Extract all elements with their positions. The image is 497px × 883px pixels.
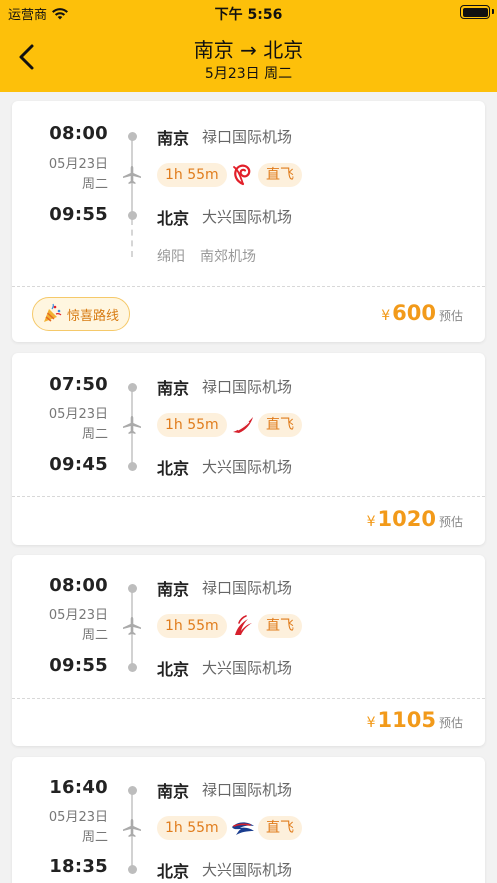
price-estimate-label: 预估 (438, 716, 463, 730)
price-block: ¥ 600 预估 (381, 301, 463, 325)
arrival-airport: 大兴国际机场 (202, 659, 293, 677)
arrival-dot (127, 865, 137, 874)
nav-header: 运营商 下午 5:56 南京 → 北京 5月23日 周二 (0, 0, 497, 92)
departure-time: 07:50 (49, 374, 108, 395)
flight-date: 05月23日 (48, 157, 108, 172)
plane-icon (123, 416, 141, 434)
stop-airport: 南郊机场 (200, 249, 256, 265)
price-block: ¥ 1105 预估 (367, 708, 463, 732)
arrival-airport: 大兴国际机场 (202, 208, 293, 226)
departure-dot (127, 383, 137, 392)
departure-city: 南京 (157, 379, 190, 398)
duration-chip: 1h 55m (157, 614, 227, 638)
departure-airport: 禄口国际机场 (202, 378, 293, 396)
card-divider (12, 286, 485, 287)
departure-airport: 禄口国际机场 (202, 128, 293, 146)
flight-card[interactable]: 16:40 05月23日 周二 18:35 南京 禄口国际机场 1h 55m 直… (12, 757, 485, 883)
arrival-time: 09:45 (49, 454, 108, 475)
plane-icon (123, 819, 141, 837)
currency-symbol: ¥ (366, 715, 376, 731)
direct-chip: 直飞 (258, 413, 302, 437)
promo-badge[interactable]: 惊喜路线 (32, 297, 131, 331)
arrival-city: 北京 (157, 459, 190, 478)
plane-icon (123, 617, 141, 635)
flight-date: 05月23日 (48, 608, 108, 623)
duration-chip: 1h 55m (157, 413, 227, 437)
arrival-city: 北京 (157, 209, 190, 228)
plane-icon (123, 166, 141, 184)
stop-city: 绵阳 (157, 249, 185, 265)
arrival-airport: 大兴国际机场 (202, 458, 293, 476)
departure-time: 16:40 (49, 777, 108, 798)
party-popper-icon (44, 303, 62, 322)
arrival-dot (127, 462, 137, 471)
currency-symbol: ¥ (381, 308, 391, 324)
flight-weekday: 周二 (81, 830, 108, 845)
flight-weekday: 周二 (81, 427, 108, 442)
price-value: 1020 (377, 507, 436, 531)
departure-dot (127, 786, 137, 795)
stop-line (131, 219, 133, 257)
price-estimate-label: 预估 (438, 515, 463, 529)
battery-icon (460, 5, 490, 19)
arrival-time: 09:55 (49, 204, 108, 225)
departure-city: 南京 (157, 580, 190, 599)
departure-time: 08:00 (49, 575, 108, 596)
departure-time: 08:00 (49, 123, 108, 144)
duration-chip: 1h 55m (157, 163, 227, 187)
arrival-time: 18:35 (49, 856, 108, 877)
duration-chip: 1h 55m (157, 816, 227, 840)
departure-city: 南京 (157, 782, 190, 801)
arrival-city: 北京 (157, 660, 190, 679)
direct-chip: 直飞 (258, 816, 302, 840)
airline-logo-icon (233, 164, 251, 186)
arrival-dot (127, 663, 137, 672)
arrival-time: 09:55 (49, 655, 108, 676)
departure-dot (127, 584, 137, 593)
currency-symbol: ¥ (366, 514, 376, 530)
price-value: 600 (392, 301, 436, 325)
arrival-airport: 大兴国际机场 (202, 861, 293, 879)
departure-airport: 禄口国际机场 (202, 579, 293, 597)
card-divider (12, 698, 485, 699)
status-time: 下午 5:56 (214, 7, 283, 23)
flight-date: 05月23日 (48, 407, 108, 422)
direct-chip: 直飞 (258, 163, 302, 187)
airline-logo-icon (232, 822, 254, 835)
card-divider (12, 496, 485, 497)
battery-tip (492, 9, 494, 14)
flight-date: 05月23日 (48, 810, 108, 825)
departure-airport: 禄口国际机场 (202, 781, 293, 799)
arrival-city: 北京 (157, 862, 190, 881)
flight-weekday: 周二 (81, 177, 108, 192)
flight-card[interactable]: 08:00 05月23日 周二 09:55 南京 禄口国际机场 1h 55m 直… (12, 555, 485, 746)
flight-weekday: 周二 (81, 628, 108, 643)
promo-label: 惊喜路线 (67, 308, 120, 324)
page-title: 南京 → 北京 (193, 38, 304, 62)
departure-city: 南京 (157, 129, 190, 148)
arrival-dot (127, 211, 137, 220)
page-subtitle: 5月23日 周二 (204, 66, 293, 82)
price-value: 1105 (377, 708, 436, 732)
flight-card[interactable]: 07:50 05月23日 周二 09:45 南京 禄口国际机场 1h 55m 直… (12, 353, 485, 545)
departure-dot (127, 132, 137, 141)
price-block: ¥ 1020 预估 (367, 507, 463, 531)
airline-logo-icon (235, 615, 252, 635)
price-estimate-label: 预估 (438, 309, 463, 323)
airline-logo-icon (233, 417, 253, 433)
direct-chip: 直飞 (258, 614, 302, 638)
flight-card[interactable]: 08:00 05月23日 周二 09:55 南京 禄口国际机场 1h 55m 直… (12, 101, 485, 342)
